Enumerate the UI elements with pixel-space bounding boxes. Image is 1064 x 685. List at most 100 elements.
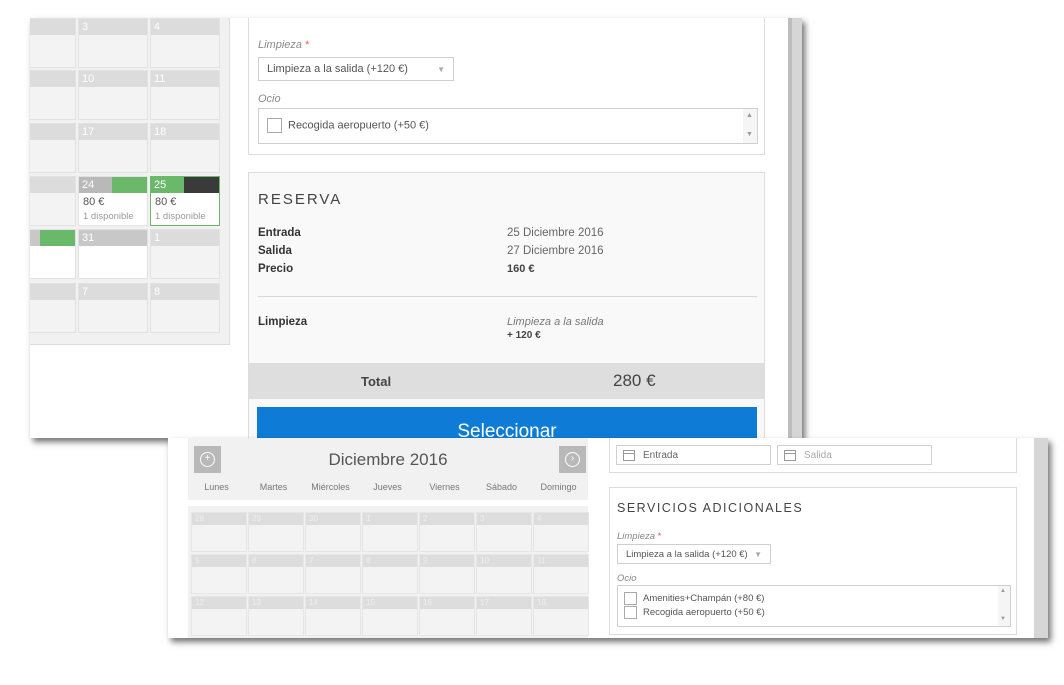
calendar-day-selected[interactable]: 25 80 € 1 disponible [150, 176, 220, 226]
day-number: 5 [192, 555, 246, 567]
month-title: Diciembre 2016 [328, 450, 448, 469]
day-number [30, 177, 75, 193]
day-number: 31 [79, 230, 147, 246]
day-number: 13 [249, 597, 303, 609]
cleaning-select[interactable]: Limpieza a la salida (+120 €) ▼ [617, 544, 771, 564]
calendar-day[interactable]: 31 [78, 229, 148, 279]
calendar-day[interactable]: 12 [191, 596, 247, 636]
scroll-down-icon[interactable]: ▼ [746, 131, 753, 138]
cleaning-select-value: Limpieza a la salida (+120 €) [267, 63, 408, 75]
date-inputs-box: Entrada Salida [609, 438, 1017, 473]
page-scrollbar-track[interactable] [1034, 438, 1048, 638]
checkin-input[interactable]: Entrada [616, 445, 771, 465]
leisure-option[interactable]: Recogida aeropuerto (+50 €) [267, 118, 429, 133]
calendar-day[interactable]: 13 [248, 596, 304, 636]
next-month-button[interactable]: › [559, 446, 586, 473]
calendar-day[interactable]: 1 [150, 229, 220, 279]
calendar-day[interactable]: 16 [419, 596, 475, 636]
day-number: 4 [534, 513, 588, 525]
reservation-title: RESERVA [258, 191, 343, 208]
day-number: 6 [249, 555, 303, 567]
calendar-day[interactable]: 2 [419, 512, 475, 552]
required-mark: * [305, 39, 310, 51]
leisure-option[interactable]: Recogida aeropuerto (+50 €) [624, 606, 765, 619]
calendar-day[interactable]: 17 [476, 596, 532, 636]
page-edge [788, 18, 792, 438]
calendar-day[interactable]: 30 [305, 512, 361, 552]
calendar-day[interactable]: 10 [78, 70, 148, 120]
left-margin [168, 438, 188, 638]
calendar-day[interactable]: 11 [533, 554, 589, 594]
day-number: 30 [306, 513, 360, 525]
day-number [30, 284, 75, 300]
list-scrollbar[interactable]: ▲ ▼ [998, 586, 1010, 626]
day-number-header: 24 [79, 177, 147, 193]
calendar-day[interactable]: 8 [362, 554, 418, 594]
availability-indicator [112, 177, 147, 193]
calendar-day[interactable]: 6 [248, 554, 304, 594]
calendar-day[interactable]: 15 [362, 596, 418, 636]
list-scrollbar[interactable]: ▲ ▼ [743, 109, 757, 143]
calendar-day[interactable]: 2 [30, 18, 76, 68]
cleaning-select[interactable]: Limpieza a la salida (+120 €) ▼ [258, 57, 454, 81]
services-box: Limpieza * Limpieza a la salida (+120 €)… [248, 18, 765, 155]
total-value: 280 € [613, 371, 656, 390]
calendar-day[interactable]: 8 [150, 283, 220, 333]
leisure-option-label: Recogida aeropuerto (+50 €) [288, 119, 429, 132]
day-number: 2 [420, 513, 474, 525]
calendar-day[interactable]: 17 [78, 123, 148, 173]
calendar-day-available[interactable]: 24 80 € 1 disponible [78, 176, 148, 226]
day-price: 80 € [155, 196, 177, 208]
checkbox[interactable] [624, 606, 637, 619]
scroll-up-icon[interactable]: ▲ [1000, 588, 1006, 594]
calendar-day[interactable]: 4 [150, 18, 220, 68]
divider [258, 296, 757, 297]
scroll-up-icon[interactable]: ▲ [746, 112, 753, 119]
calendar-day[interactable]: 7 [78, 283, 148, 333]
day-price: 80 € [83, 196, 105, 208]
checkout-indicator [184, 177, 219, 193]
leisure-option[interactable]: Amenities+Champán (+80 €) [624, 592, 764, 605]
calendar-day[interactable] [30, 283, 76, 333]
day-number: 3 [79, 19, 147, 35]
calendar-day[interactable]: 4 [533, 512, 589, 552]
calendar-day[interactable]: 18 [150, 123, 220, 173]
calendar-day[interactable] [30, 123, 76, 173]
total-bar: Total 280 € [249, 363, 764, 399]
weekday-label: Martes [259, 482, 288, 492]
checkout-input[interactable]: Salida [777, 445, 932, 465]
checkbox[interactable] [624, 592, 637, 605]
day-number: 12 [192, 597, 246, 609]
day-availability: 1 disponible [155, 211, 206, 222]
cleaning-select-value: Limpieza a la salida (+120 €) [626, 548, 748, 560]
calendar-day[interactable] [30, 229, 76, 279]
calendar-day[interactable]: 14 [305, 596, 361, 636]
scroll-down-icon[interactable]: ▼ [1000, 616, 1006, 622]
calendar-day[interactable]: 28 [191, 512, 247, 552]
calendar-day[interactable] [30, 70, 76, 120]
calendar-icon [623, 449, 635, 461]
leisure-list: Amenities+Champán (+80 €) Recogida aerop… [617, 585, 1011, 627]
calendar-day[interactable]: 3 [476, 512, 532, 552]
day-number: 24 [82, 179, 95, 191]
day-number: 3 [477, 513, 531, 525]
calendar-day[interactable]: 11 [150, 70, 220, 120]
required-mark: * [657, 531, 662, 542]
day-number: 10 [477, 555, 531, 567]
day-number: 7 [79, 284, 147, 300]
calendar-day[interactable] [30, 176, 76, 226]
calendar-day[interactable]: 1 [362, 512, 418, 552]
day-number: 11 [151, 71, 219, 87]
calendar-day[interactable]: 7 [305, 554, 361, 594]
calendar-day[interactable]: 5 [191, 554, 247, 594]
calendar-day[interactable]: 9 [419, 554, 475, 594]
day-number: 8 [151, 284, 219, 300]
calendar-day[interactable]: 10 [476, 554, 532, 594]
calendar-day[interactable]: 3 [78, 18, 148, 68]
calendar-day[interactable]: 18 [533, 596, 589, 636]
day-number: 14 [306, 597, 360, 609]
calendar-day[interactable]: 29 [248, 512, 304, 552]
select-button[interactable]: Seleccionar [257, 407, 757, 438]
checkbox[interactable] [267, 118, 282, 133]
day-number: 17 [79, 124, 147, 140]
